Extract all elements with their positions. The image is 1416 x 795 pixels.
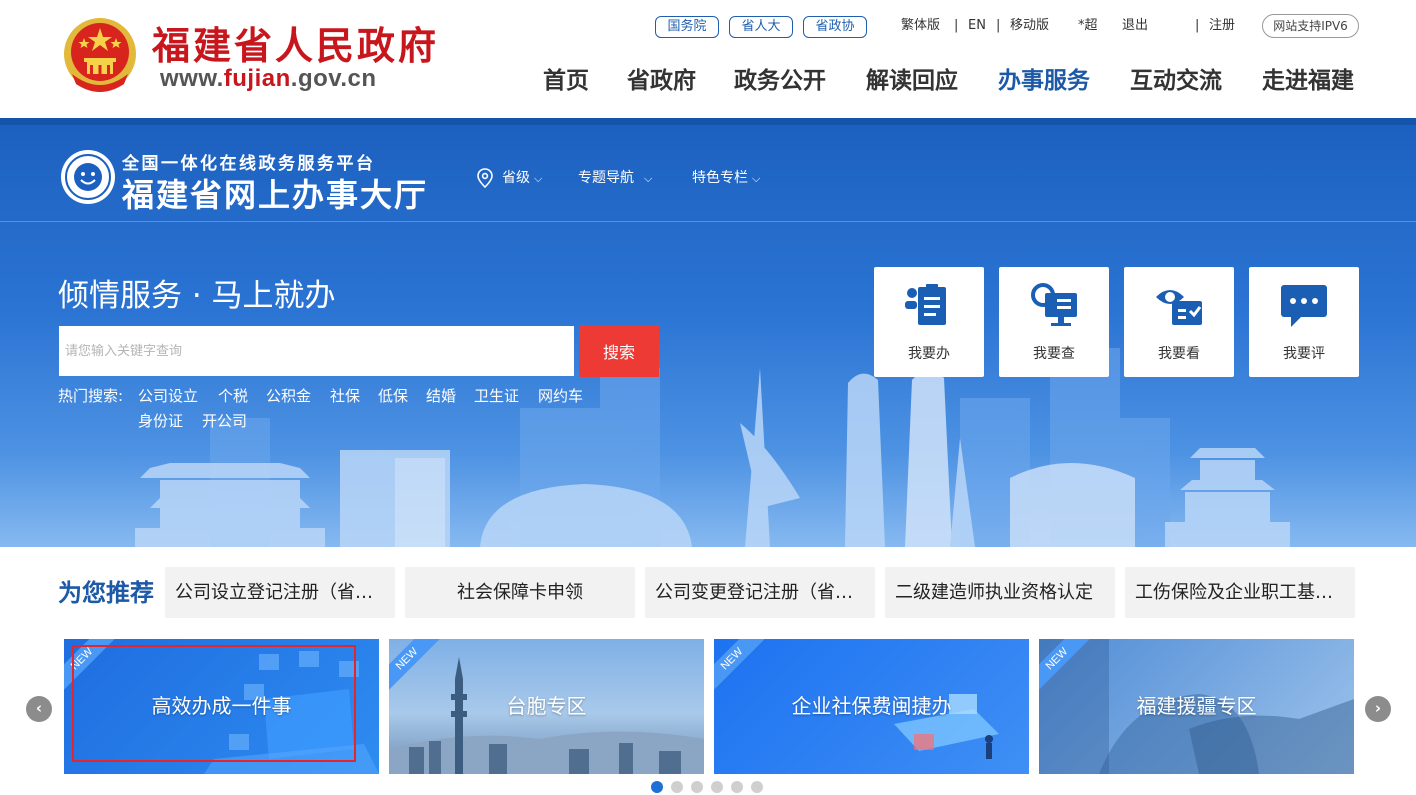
nav-about-fujian[interactable]: 走进福建: [1262, 66, 1354, 96]
quick-action-query[interactable]: 我要查: [999, 267, 1109, 377]
separator: |: [954, 18, 959, 33]
recommend-title: 为您推荐: [58, 579, 154, 607]
link-english[interactable]: EN: [968, 16, 986, 36]
recommend-item[interactable]: 公司设立登记注册（省级）: [165, 567, 395, 618]
carousel-dot[interactable]: [651, 781, 663, 793]
platform-nav-label: 特色专栏: [692, 170, 748, 186]
quick-action-label: 我要看: [1158, 346, 1200, 362]
quick-action-label: 我要办: [908, 346, 950, 362]
carousel-dot[interactable]: [711, 781, 723, 793]
quick-action-handle[interactable]: 我要办: [874, 267, 984, 377]
search-input[interactable]: [59, 326, 574, 376]
link-provincial-cppcc[interactable]: 省政协: [803, 16, 867, 38]
hot-search-term[interactable]: 社保: [330, 386, 360, 406]
nav-services[interactable]: 办事服务: [998, 66, 1090, 96]
nav-interpretation[interactable]: 解读回应: [866, 66, 958, 96]
carousel-dot[interactable]: [731, 781, 743, 793]
platform-nav-label: 专题导航: [578, 170, 634, 186]
quick-action-label: 我要查: [1033, 346, 1075, 362]
hot-search-term[interactable]: 开公司: [202, 411, 247, 431]
chevron-down-icon: ⌵: [534, 172, 543, 185]
hot-search-term[interactable]: 卫生证: [474, 386, 519, 406]
ipv6-badge: 网站支持IPV6: [1262, 14, 1359, 38]
chevron-down-icon: ⌵: [752, 172, 761, 185]
carousel-dot[interactable]: [671, 781, 683, 793]
site-name: 福建省人民政府: [152, 23, 440, 68]
quick-action-view[interactable]: 我要看: [1124, 267, 1234, 377]
platform-nav-topics[interactable]: 专题导航 ⌵: [578, 168, 652, 189]
carousel-next-button[interactable]: ›: [1365, 696, 1391, 722]
national-emblem-icon: [64, 18, 136, 92]
feature-title: 福建援疆专区: [1136, 694, 1257, 718]
site-url-highlight: fujian: [223, 65, 291, 92]
hero-slogan: 倾情服务 · 马上就办: [58, 278, 336, 314]
hero-banner: 全国一体化在线政务服务平台 福建省网上办事大厅 省级 ⌵ 专题导航 ⌵ 特色专栏 ⌵ …: [0, 118, 1416, 547]
nav-interaction[interactable]: 互动交流: [1130, 66, 1222, 96]
hot-search-term[interactable]: 公司设立: [138, 386, 198, 406]
comment-icon: [1281, 285, 1327, 327]
clipboard-icon: [905, 284, 946, 325]
platform-title: 福建省网上办事大厅: [122, 176, 429, 214]
recommend-item[interactable]: 工伤保险及企业职工基本养老保险: [1125, 567, 1355, 618]
link-traditional-chinese[interactable]: 繁体版: [901, 16, 940, 36]
link-state-council[interactable]: 国务院: [655, 16, 719, 38]
quick-action-review[interactable]: 我要评: [1249, 267, 1359, 377]
hot-search-term[interactable]: 身份证: [138, 411, 183, 431]
hot-search-term[interactable]: 低保: [378, 386, 408, 406]
hot-search-term[interactable]: 公积金: [266, 386, 311, 406]
nav-home[interactable]: 首页: [543, 66, 589, 96]
view-check-icon: [1156, 290, 1202, 325]
recommend-item[interactable]: 二级建造师执业资格认定: [885, 567, 1115, 618]
link-mobile[interactable]: 移动版: [1010, 16, 1049, 36]
nav-provincial-government[interactable]: 省政府: [627, 66, 696, 96]
hot-search-term[interactable]: 网约车: [538, 386, 583, 406]
separator: |: [1195, 18, 1200, 33]
separator: |: [996, 18, 1001, 33]
hero-top-border: [0, 118, 1416, 125]
feature-card-social-insurance[interactable]: NEW 企业社保费闽捷办: [714, 639, 1029, 774]
recommend-item[interactable]: 公司变更登记注册（省级）: [645, 567, 875, 618]
site-url-suffix: .gov.cn: [290, 65, 377, 92]
highlight-box: [72, 645, 356, 762]
site-header: 福建省人民政府 www.fujian.gov.cn 国务院 省人大 省政协 繁体…: [0, 0, 1416, 118]
link-register[interactable]: 注册: [1209, 16, 1235, 36]
hot-search-term[interactable]: 结婚: [426, 386, 456, 406]
quick-action-label: 我要评: [1283, 346, 1325, 362]
chevron-down-icon: ⌵: [644, 172, 653, 185]
feature-title: 企业社保费闽捷办: [791, 694, 952, 718]
site-url-prefix: www.: [160, 65, 224, 92]
link-logout[interactable]: 退出: [1122, 16, 1148, 36]
carousel-dot[interactable]: [751, 781, 763, 793]
platform-nav-label: 省级: [502, 170, 530, 186]
feature-title: 台胞专区: [506, 694, 587, 718]
recommend-item[interactable]: 社会保障卡申领: [405, 567, 635, 618]
hot-search-label: 热门搜索:: [58, 387, 124, 405]
platform-logo-icon: [61, 150, 115, 204]
link-user[interactable]: *超: [1078, 16, 1098, 36]
carousel-prev-button[interactable]: ‹: [26, 696, 52, 722]
nav-government-affairs[interactable]: 政务公开: [734, 66, 826, 96]
location-pin-icon: [477, 168, 493, 188]
site-url[interactable]: www.fujian.gov.cn: [160, 65, 377, 93]
platform-nav-special[interactable]: 特色专栏 ⌵: [692, 168, 760, 189]
hero-divider: [0, 221, 1416, 222]
hot-search-term[interactable]: 个税: [218, 386, 248, 406]
link-provincial-congress[interactable]: 省人大: [729, 16, 793, 38]
search-button[interactable]: 搜索: [579, 325, 659, 377]
carousel-dot[interactable]: [691, 781, 703, 793]
feature-card-taiwan[interactable]: NEW 台胞专区: [389, 639, 704, 774]
feature-card-xinjiang[interactable]: NEW 福建援疆专区: [1039, 639, 1354, 774]
platform-nav-level[interactable]: 省级 ⌵: [502, 168, 542, 189]
search-screen-icon: [1031, 283, 1077, 326]
